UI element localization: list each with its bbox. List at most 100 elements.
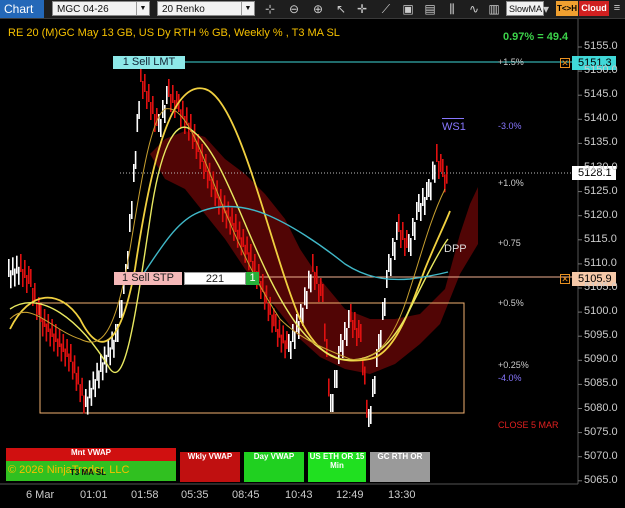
price-chart[interactable] [0,19,625,508]
renko-bar [269,296,271,315]
renko-bar [53,333,55,352]
renko-bar [75,372,78,391]
renko-bar [404,238,406,256]
renko-bar [150,102,152,120]
renko-bar [438,161,440,179]
properties-icon[interactable]: ▤ [420,0,440,18]
renko-bar [352,320,354,338]
price-axis-label: 5130.0 [584,160,618,173]
renko-bar [410,238,412,256]
drawing-tools-icon[interactable]: ⟋ [376,0,396,18]
renko-bar [260,281,262,299]
renko-bar [360,324,362,342]
interval-selector[interactable]: 20 Renko ▼ [157,1,255,16]
cloud-button[interactable]: Cloud [579,1,609,16]
renko-bar [432,161,434,180]
renko-bar [68,353,70,372]
crosshair-icon[interactable]: ⊹ [260,0,280,18]
instrument-label: MGC 04-26 [57,4,109,15]
renko-bar [119,300,121,318]
renko-bar [356,328,358,346]
renko-bar [354,312,356,330]
renko-bar [308,270,310,289]
us-eth-or-label: US ETH OR 15 Min [309,452,365,470]
level-label-plus-0-75: +0.75 [498,238,521,248]
renko-bar [142,81,144,99]
renko-bar [271,314,273,333]
renko-bar [96,362,98,381]
stop-quantity-tag[interactable]: 1 [246,272,259,285]
gc-rth-or-legend[interactable]: GC RTH OR [370,452,430,482]
us-eth-or-legend[interactable]: US ETH OR 15 Min [308,452,366,482]
cloud-band [150,131,478,374]
renko-bar [30,269,32,287]
ws1-label: WS1 [442,118,466,133]
price-axis-label: 5145.0 [584,88,618,101]
level-label-plus-0-5: +0.5% [498,298,524,308]
renko-bar [394,242,396,260]
time-axis-label: 12:49 [336,489,364,501]
cross-icon[interactable]: ✛ [352,0,372,18]
interval-label: 20 Renko [162,4,205,15]
tchk-button[interactable]: T<>H [556,1,578,16]
renko-bar [83,395,85,414]
cancel-limit-order-icon[interactable]: ✕ [560,58,570,68]
snapshot-icon[interactable]: ▣ [398,0,418,18]
renko-bar [336,370,338,388]
menu-icon[interactable]: ≡ [609,1,625,16]
renko-bar [242,229,245,247]
renko-bar [412,218,414,236]
renko-bar [94,379,96,398]
price-axis-label: 5070.0 [584,449,618,462]
renko-bar [280,334,283,353]
magnifier-minus-icon[interactable]: ⊖ [284,0,304,18]
renko-bar [81,377,83,396]
strategies-icon[interactable]: ⫼ [442,0,462,18]
renko-bar [134,151,137,169]
indicators-icon[interactable]: ∿ [464,0,484,18]
templates-icon[interactable]: ▥ [484,0,504,18]
chevron-down-icon[interactable]: ▾ [538,0,554,18]
renko-bar [138,101,140,119]
time-axis-label: 08:45 [232,489,260,501]
instrument-selector[interactable]: MGC 04-26 ▼ [52,1,150,16]
renko-bar [184,116,186,134]
magnifier-plus-icon[interactable]: ⊕ [308,0,328,18]
day-vwap-label: Day VWAP [253,452,295,461]
renko-bar [406,230,408,248]
renko-bar [235,214,237,232]
renko-bar [10,270,12,289]
percent-ratio: 0.97% = 49.4 [503,31,569,43]
renko-bar [218,196,220,215]
renko-bar [12,257,14,276]
renko-bar [109,347,111,366]
renko-bar [416,202,418,220]
time-axis-label: 05:35 [181,489,209,501]
renko-bar [334,370,336,388]
price-axis-label: 5155.0 [584,40,618,52]
chart-tab[interactable]: Chart [0,0,44,18]
renko-bar [314,272,316,290]
sell-stop-order-tag[interactable]: 1 Sell STP [114,272,182,285]
renko-bar [92,371,95,390]
renko-bars [8,64,448,427]
day-vwap-legend[interactable]: Day VWAP [244,452,304,482]
level-label-plus-0-25: +0.25% [498,360,529,370]
pointer-icon[interactable]: ↖ [331,0,351,18]
renko-bar [346,328,348,346]
level-label-minus-4: -4.0% [498,373,522,383]
stop-quantity-box[interactable]: 221 [184,272,246,285]
renko-bar [250,244,252,262]
chevron-down-icon: ▼ [136,2,149,15]
renko-bar [62,334,65,352]
weekly-vwap-legend[interactable]: Wkly VWAP [180,452,240,482]
sell-limit-order-tag[interactable]: 1 Sell LMT [113,56,185,69]
renko-bar [424,197,426,215]
renko-bar [210,179,213,198]
cancel-stop-order-icon[interactable]: ✕ [560,274,570,284]
renko-bar [440,154,442,172]
renko-bar [392,238,394,256]
renko-bar [382,302,384,320]
renko-bar [278,319,281,338]
renko-bar [64,348,66,367]
